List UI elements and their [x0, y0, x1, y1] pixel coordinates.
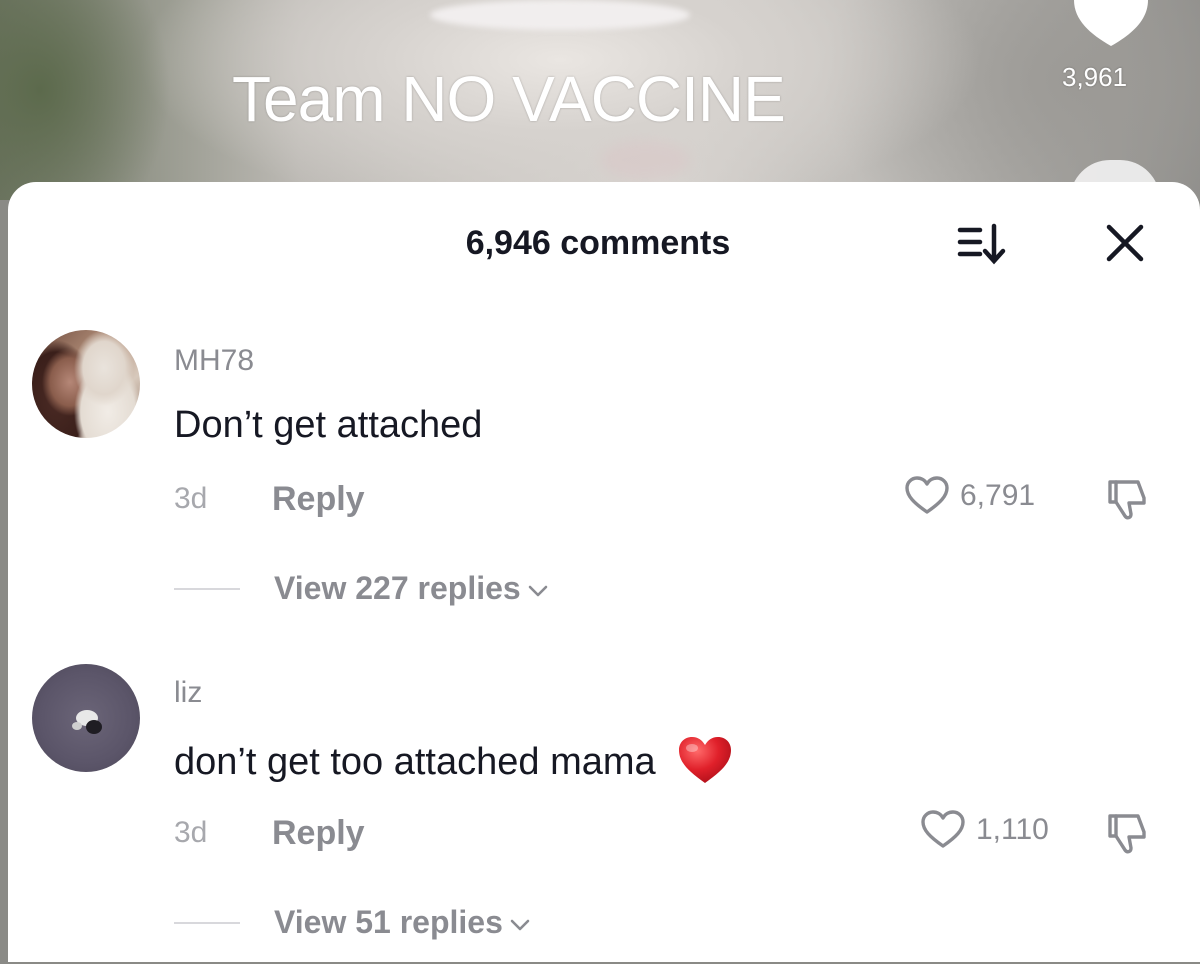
- reply-button[interactable]: Reply: [272, 814, 365, 853]
- video-overlay-text: Team NO VACCINE: [232, 63, 786, 135]
- video-like-count: 3,961: [1062, 62, 1128, 92]
- comment-like-button[interactable]: 6,791: [904, 476, 1035, 516]
- comment-text: don’t get too attached mama: [174, 741, 656, 784]
- comment-count-title: 6,946 comments: [8, 224, 1200, 263]
- comment-text-row: don’t get too attached mama: [174, 737, 734, 790]
- avatar-detail: [86, 720, 102, 734]
- comment-username[interactable]: liz: [174, 676, 202, 710]
- view-replies-row[interactable]: View 51 replies: [174, 904, 531, 941]
- avatar[interactable]: [32, 330, 140, 438]
- replies-divider: [174, 921, 240, 924]
- comment-item: MH78 Don’t get attached 3d Reply 6,791 V…: [8, 330, 1200, 630]
- heart-outline-icon: [905, 476, 949, 514]
- comment-like-button[interactable]: 1,110: [920, 810, 1049, 850]
- comment-text: Don’t get attached: [174, 404, 483, 446]
- dislike-icon[interactable]: [1102, 810, 1150, 856]
- sort-icon[interactable]: [956, 222, 1016, 266]
- close-icon[interactable]: [1102, 220, 1148, 266]
- heart-icon[interactable]: [1066, 0, 1156, 48]
- comments-sheet: 6,946 comments MH78 Don’t get attached 3…: [8, 182, 1200, 962]
- video-blur-shape: [600, 140, 690, 180]
- comment-like-count: 1,110: [976, 813, 1049, 846]
- comment-count-label: 6,946 comments: [465, 224, 731, 262]
- replies-divider: [174, 587, 240, 590]
- comments-header: 6,946 comments: [8, 182, 1200, 302]
- view-replies-link[interactable]: View 51 replies: [274, 904, 503, 941]
- comment-timestamp: 3d: [174, 816, 208, 849]
- chevron-down-icon: [510, 919, 530, 930]
- video-blur-shape: [430, 0, 690, 30]
- comment-item: liz don’t get too attached mama 3d Reply: [8, 664, 1200, 964]
- comment-like-count: 6,791: [960, 479, 1036, 512]
- comment-username[interactable]: MH78: [174, 344, 254, 378]
- dislike-icon[interactable]: [1102, 476, 1150, 522]
- chevron-down-icon: [528, 585, 547, 596]
- comment-timestamp: 3d: [174, 482, 208, 515]
- red-heart-emoji-icon: [679, 737, 732, 783]
- view-replies-row[interactable]: View 227 replies: [174, 570, 549, 607]
- reply-button[interactable]: Reply: [272, 480, 365, 519]
- view-replies-link[interactable]: View 227 replies: [274, 570, 521, 607]
- heart-outline-icon: [921, 810, 965, 848]
- avatar-detail: [72, 722, 82, 730]
- avatar[interactable]: [32, 664, 140, 772]
